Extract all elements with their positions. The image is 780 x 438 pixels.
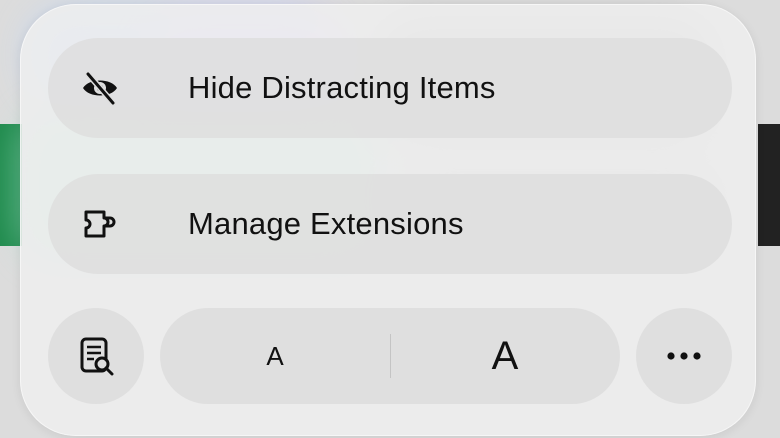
increase-font-size-button[interactable]: A — [390, 308, 620, 404]
page-edge-element — [758, 124, 780, 246]
font-size-control: A A — [160, 308, 620, 404]
reader-search-button[interactable] — [48, 308, 144, 404]
page-edge-element — [0, 124, 22, 246]
hide-distracting-items-button[interactable]: Hide Distracting Items — [48, 38, 732, 138]
decrease-font-size-button[interactable]: A — [160, 308, 390, 404]
page-menu-sheet: Hide Distracting Items Manage Extensions… — [20, 4, 756, 436]
manage-extensions-label: Manage Extensions — [188, 206, 464, 241]
puzzle-piece-icon — [80, 204, 120, 244]
hide-distracting-items-label: Hide Distracting Items — [188, 70, 496, 105]
more-options-button[interactable] — [636, 308, 732, 404]
manage-extensions-button[interactable]: Manage Extensions — [48, 174, 732, 274]
eye-slash-icon — [80, 68, 120, 108]
